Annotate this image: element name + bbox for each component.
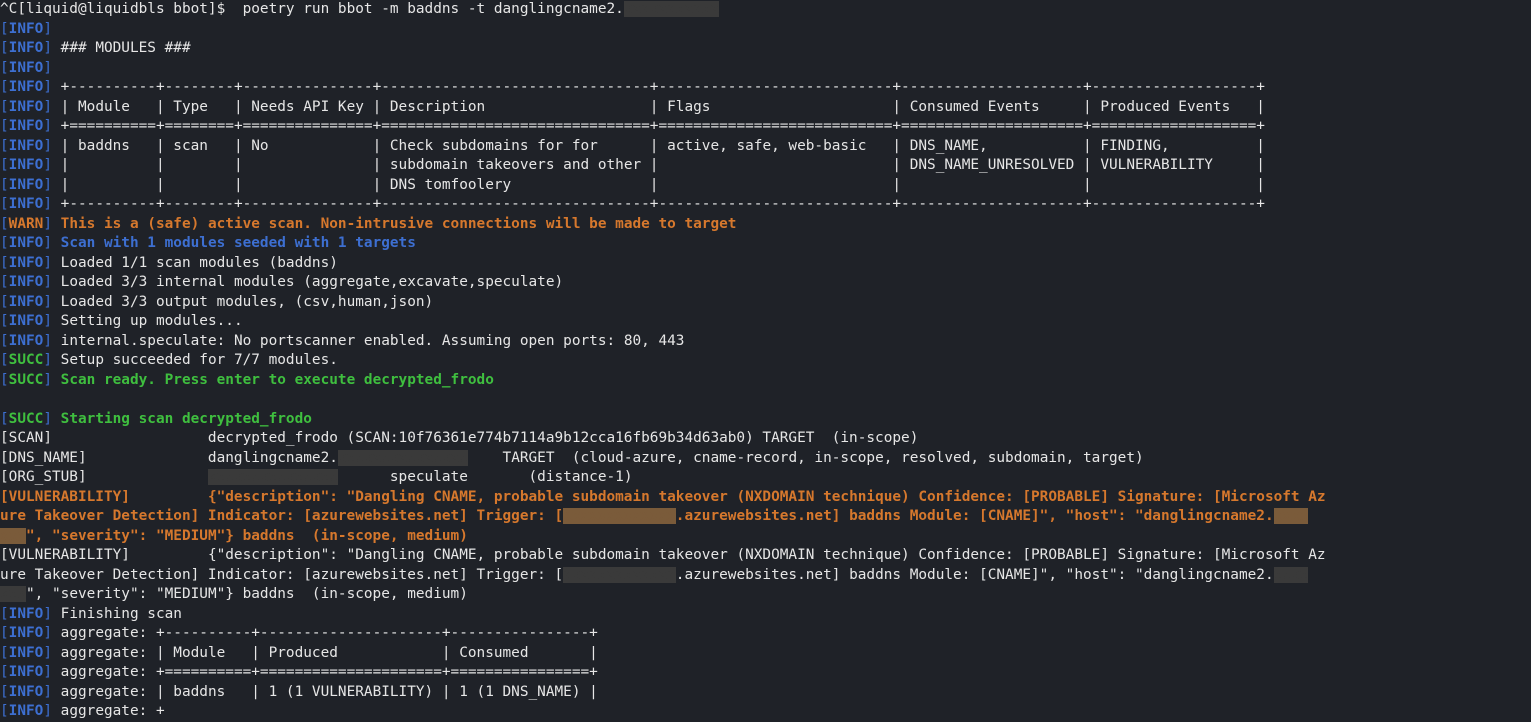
redacted-trigger: xxxxxxxxxxxxx [563,508,676,524]
redacted-target: xxxxxxxxxxx [624,1,719,17]
dns-event: [DNS_NAME] danglingcname2.xxxxxxxxxxxxxx… [0,450,1144,466]
scan-event: [SCAN] decrypted_frodo (SCAN:10f76361e77… [0,430,918,446]
redacted-host4: xxx [0,586,26,602]
org-stub-event: [ORG_STUB] xxxxxxxxxxxxxxx speculate (di… [0,469,632,485]
redacted-host3: xxxx [1274,567,1309,583]
redacted-host: xxxx [1274,508,1309,524]
terminal-output: ^C[liquid@liquidbls bbot]$ poetry run bb… [0,0,1531,722]
vulnerability-event-plain: [VULNERABILITY] {"description": "Danglin… [0,547,1326,563]
redacted-org: xxxxxxxxxxxxxxx [208,469,338,485]
redacted-host2: xxx [0,528,26,544]
redacted-domain: xxxxxxxxxxxxxxx [338,450,468,466]
shell-prompt: ^C[liquid@liquidbls bbot]$ poetry run bb… [0,1,719,17]
vulnerability-event-highlight: [VULNERABILITY] {"description": "Danglin… [0,489,1326,505]
redacted-trigger2: xxxxxxxxxxxxx [563,567,676,583]
